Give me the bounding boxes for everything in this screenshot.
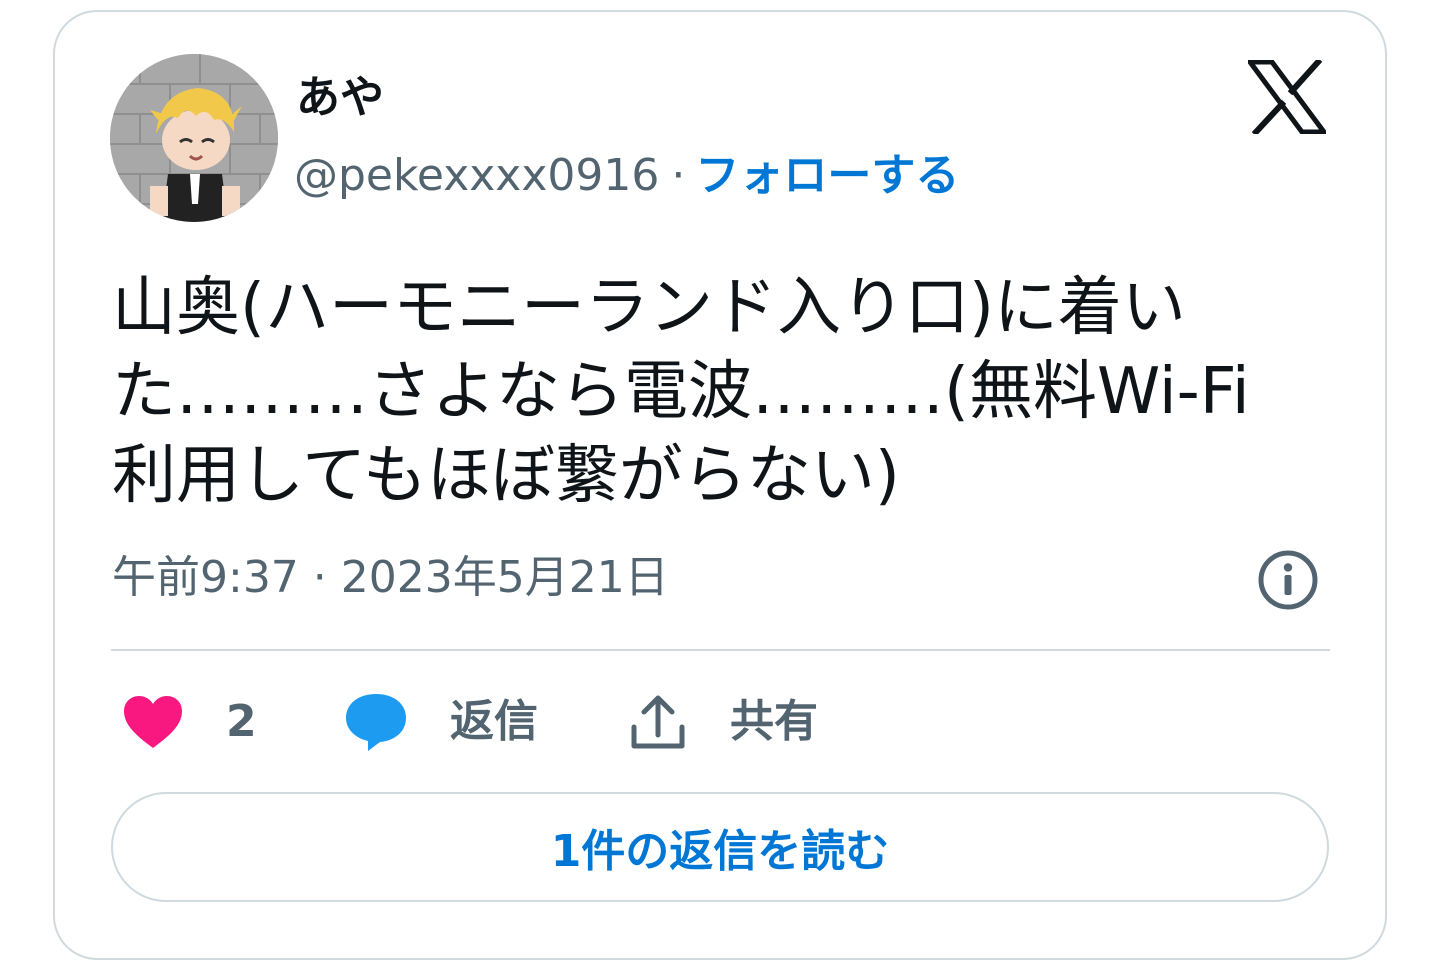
share-upload-icon xyxy=(631,695,685,749)
separator-dot: · xyxy=(671,150,686,201)
like-button[interactable]: 2 xyxy=(122,690,257,754)
follow-button[interactable]: フォローする xyxy=(695,150,959,201)
speech-bubble-icon xyxy=(346,694,406,751)
tweet-text: 山奥(ハーモニーランド入り口)に着いた………さよなら電波………(無料Wi-Fi利… xyxy=(112,271,1250,513)
read-replies-button[interactable]: 1件の返信を読む xyxy=(111,792,1329,902)
user-handle[interactable]: @pekexxxx0916 xyxy=(294,150,659,201)
like-count: 2 xyxy=(226,696,257,747)
info-icon[interactable] xyxy=(1257,549,1319,611)
reply-label: 返信 xyxy=(450,696,538,747)
divider xyxy=(111,649,1330,651)
share-button[interactable]: 共有 xyxy=(630,690,818,754)
heart-icon xyxy=(124,696,182,748)
tweet-timestamp[interactable]: 午前9:37 · 2023年5月21日 xyxy=(112,548,669,608)
x-logo-icon[interactable] xyxy=(1248,60,1326,134)
handle-row: @pekexxxx0916 · フォローする xyxy=(294,148,959,204)
reply-button[interactable]: 返信 xyxy=(344,690,538,754)
share-label: 共有 xyxy=(730,696,818,747)
avatar-image xyxy=(110,54,278,222)
avatar[interactable] xyxy=(110,54,278,222)
display-name[interactable]: あや xyxy=(296,70,384,126)
